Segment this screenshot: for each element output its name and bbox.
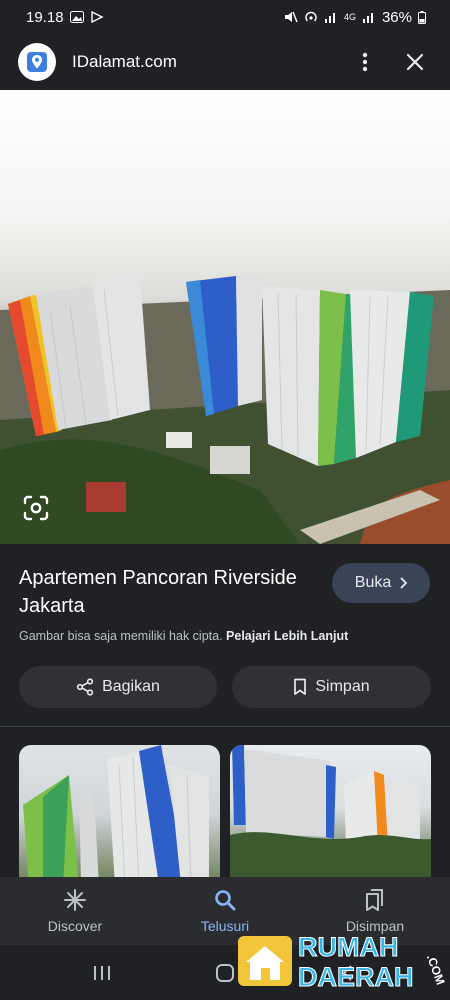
signal-icon-2	[362, 13, 373, 23]
location-pin-icon	[27, 52, 47, 72]
site-logo[interactable]	[18, 43, 56, 81]
status-time: 19.18	[26, 8, 64, 26]
nav-discover[interactable]: Discover	[15, 888, 135, 934]
watermark-logo: RUMAH DAERAH .COM	[238, 930, 448, 993]
copyright-text: Gambar bisa saja memiliki hak cipta.	[19, 629, 223, 643]
bookmarks-icon	[366, 889, 383, 911]
bookmark-icon	[294, 678, 307, 695]
asterisk-icon	[64, 889, 86, 911]
share-label: Bagikan	[102, 678, 160, 695]
recent-apps-icon[interactable]	[92, 964, 112, 982]
battery-icon	[418, 10, 426, 24]
image-notification-icon	[69, 11, 84, 23]
nav-saved[interactable]: Disimpan	[315, 888, 435, 934]
share-icon	[76, 678, 94, 696]
apartment-towers-photo	[0, 274, 450, 544]
play-store-notification-icon	[90, 11, 104, 23]
mute-icon	[284, 11, 298, 23]
battery-percent: 36%	[381, 8, 412, 26]
close-icon	[406, 53, 424, 71]
lens-icon	[23, 495, 49, 521]
open-button-label: Buka	[354, 574, 392, 591]
related-image-2[interactable]	[230, 745, 431, 885]
site-name[interactable]: IDalamat.com	[72, 52, 332, 72]
more-vert-icon	[362, 52, 368, 72]
share-button[interactable]: Bagikan	[19, 666, 217, 708]
chevron-right-icon	[400, 577, 408, 589]
copyright-notice: Gambar bisa saja memiliki hak cipta. Pel…	[19, 629, 348, 643]
close-button[interactable]	[398, 45, 432, 79]
save-label: Simpan	[315, 678, 370, 695]
google-lens-button[interactable]	[20, 492, 52, 524]
network-type: 4G	[343, 12, 356, 22]
hotspot-icon	[305, 11, 317, 22]
image-info-panel: Apartemen Pancoran Riverside Jakarta Buk…	[0, 544, 450, 726]
related-photo-towers-1	[23, 745, 209, 885]
nav-discover-label: Discover	[47, 918, 103, 934]
watermark-line-1: RUMAH	[298, 932, 399, 962]
open-button[interactable]: Buka	[332, 563, 430, 603]
learn-more-link[interactable]: Pelajari Lebih Lanjut	[226, 629, 348, 643]
app-bar: IDalamat.com	[0, 34, 450, 90]
status-bar: 19.18 4G 36%	[0, 0, 450, 34]
rumahdaerah-logo: RUMAH DAERAH .COM	[238, 932, 448, 993]
related-image-1[interactable]	[19, 745, 220, 885]
more-options-button[interactable]	[348, 45, 382, 79]
section-divider	[0, 726, 450, 727]
home-icon[interactable]	[215, 963, 235, 983]
watermark-suffix: .COM	[424, 952, 448, 986]
result-title[interactable]: Apartemen Pancoran Riverside Jakarta	[19, 564, 309, 620]
main-image[interactable]	[0, 90, 450, 544]
related-photo-towers-2	[230, 745, 431, 885]
watermark-line-2: DAERAH	[298, 962, 414, 992]
signal-icon	[324, 13, 335, 23]
save-button[interactable]: Simpan	[232, 666, 431, 708]
nav-search[interactable]: Telusuri	[165, 888, 285, 934]
search-icon	[215, 890, 236, 911]
